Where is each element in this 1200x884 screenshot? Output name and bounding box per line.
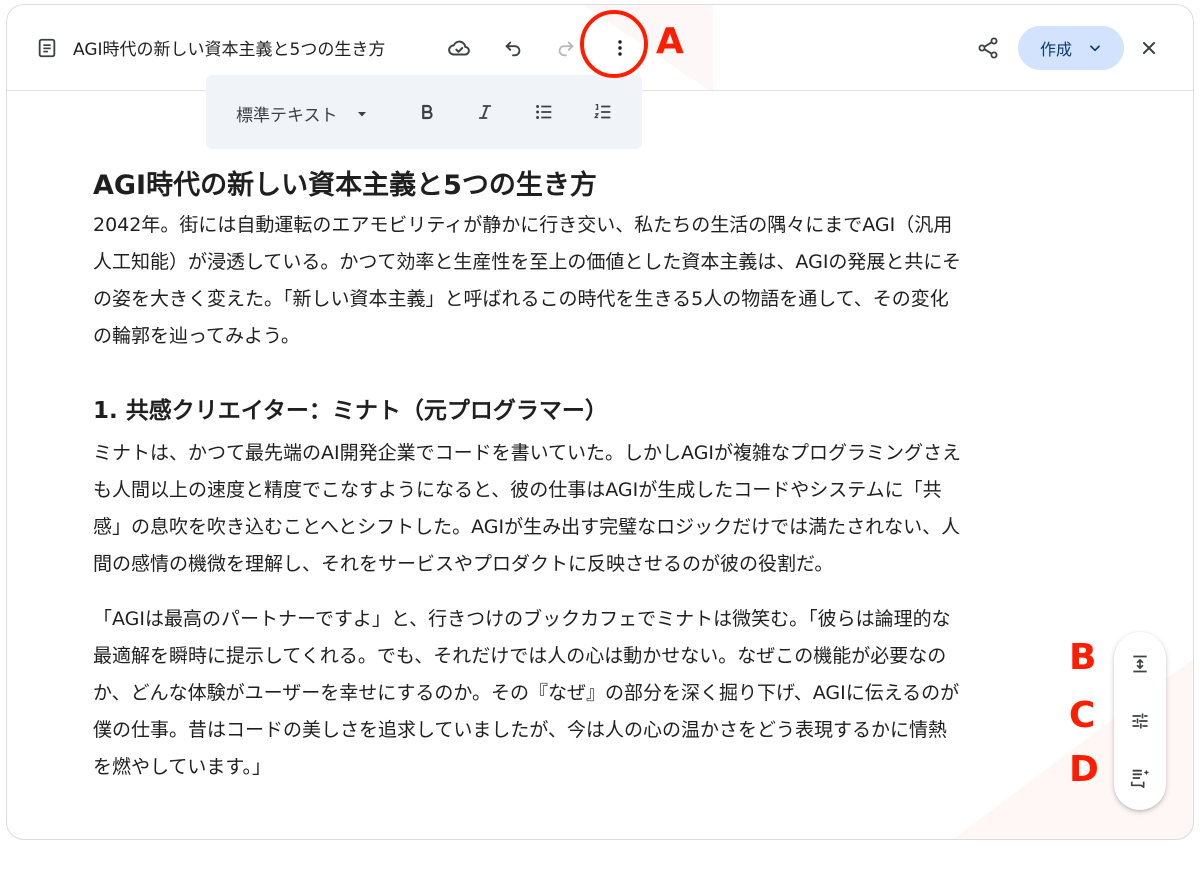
share-icon[interactable] <box>970 30 1006 66</box>
text-line: 人工知能）が浸透している。かつて効率と生産性を至上の価値とした資本主義は、AGI… <box>93 251 962 273</box>
dropdown-arrow-icon <box>357 111 366 116</box>
undo-button[interactable] <box>495 30 531 66</box>
document-icon <box>29 30 65 66</box>
expand-vertical-icon <box>1133 655 1147 673</box>
text-line: も人間以上の速度と精度でこなすようになると、彼の仕事はAGIが生成したコードやシ… <box>93 479 942 501</box>
text-line: 感」の息吹を吹き込むことへとシフトした。AGIが生み出す完璧なロジックだけでは満… <box>93 516 961 538</box>
annotation-label-b: B <box>1069 637 1097 678</box>
floating-action-panel <box>1114 632 1166 810</box>
numbered-list-icon <box>593 104 611 119</box>
tune-button[interactable] <box>1122 703 1158 739</box>
more-vert-icon[interactable] <box>602 30 638 66</box>
document-body[interactable]: AGI時代の新しい資本主義と5つの生き方 2042年。街には自動運転のエアモビリ… <box>93 165 1083 786</box>
annotation-label-c: C <box>1069 695 1096 736</box>
tune-icon <box>1132 713 1148 729</box>
text-line: 「AGIは最高のパートナーですよ」と、行きつけのブックカフェでミナトは微笑む。「… <box>93 608 951 630</box>
section-paragraph: ミナトは、かつて最先端のAI開発企業でコードを書いていた。しかしAGIが複雑なプ… <box>93 435 1083 583</box>
bulleted-list-icon <box>536 105 552 119</box>
quote-paragraph: 「AGIは最高のパートナーですよ」と、行きつけのブックカフェでミナトは微笑む。「… <box>93 601 1083 786</box>
formatting-toolbar: 標準テキスト <box>206 75 642 149</box>
bulleted-list-button[interactable] <box>526 94 562 130</box>
document-heading: AGI時代の新しい資本主義と5つの生き方 <box>93 170 597 201</box>
text-line: を燃やしています。」 <box>93 756 272 778</box>
text-line: か、どんな体験がユーザーを幸せにするのか。その『なぜ』の部分を深く掘り下げ、AG… <box>93 682 960 704</box>
intro-paragraph: 2042年。街には自動運転のエアモビリティが静かに行き交い、私たちの生活の隅々に… <box>93 207 1083 355</box>
italic-icon <box>478 105 492 119</box>
text-line: ミナトは、かつて最先端のAI開発企業でコードを書いていた。しかしAGIが複雑なプ… <box>93 442 962 464</box>
chevron-down-icon <box>1090 45 1100 52</box>
text-line: の輪郭を辿ってみよう。 <box>93 325 300 347</box>
redo-button[interactable] <box>548 30 584 66</box>
bold-icon <box>422 104 433 120</box>
annotation-label-a: A <box>656 21 684 62</box>
annotation-label-d: D <box>1069 749 1099 790</box>
text-line: 僕の仕事。昔はコードの美しさを追求していましたが、今は人の心の温かさをどう表現す… <box>93 719 948 741</box>
italic-button[interactable] <box>467 94 503 130</box>
expand-button[interactable] <box>1122 646 1158 682</box>
notes-sparkle-button[interactable] <box>1122 760 1158 796</box>
text-line: 最適解を瞬時に提示してくれる。でも、それだけでは人の心は動かせない。なぜこの機能… <box>93 645 947 667</box>
document-title: AGI時代の新しい資本主義と5つの生き方 <box>73 40 386 60</box>
notes-sparkle-icon <box>1130 769 1150 788</box>
section-heading: 1. 共感クリエイター：ミナト（元プログラマー） <box>93 398 608 424</box>
text-style-dropdown[interactable]: 標準テキスト <box>236 101 368 126</box>
text-line: の姿を大きく変えた。「新しい資本主義」と呼ばれるこの時代を生きる5人の物語を通し… <box>93 288 949 310</box>
numbered-list-button[interactable] <box>585 94 621 130</box>
create-button[interactable]: 作成 <box>1018 26 1124 70</box>
bold-button[interactable] <box>409 94 445 130</box>
document-card: AGI時代の新しい資本主義と5つの生き方 作成 標準テキスト AGI時代の新しい… <box>6 4 1194 840</box>
text-line: 2042年。街には自動運転のエアモビリティが静かに行き交い、私たちの生活の隅々に… <box>93 214 953 236</box>
cloud-done-icon[interactable] <box>441 30 477 66</box>
close-icon[interactable] <box>1131 30 1167 66</box>
text-line: 間の感情の機微を理解し、それをサービスやプロダクトに反映させるのが彼の役割だ。 <box>93 553 834 575</box>
text-style-label: 標準テキスト <box>236 106 338 126</box>
create-button-label: 作成 <box>1040 40 1073 59</box>
